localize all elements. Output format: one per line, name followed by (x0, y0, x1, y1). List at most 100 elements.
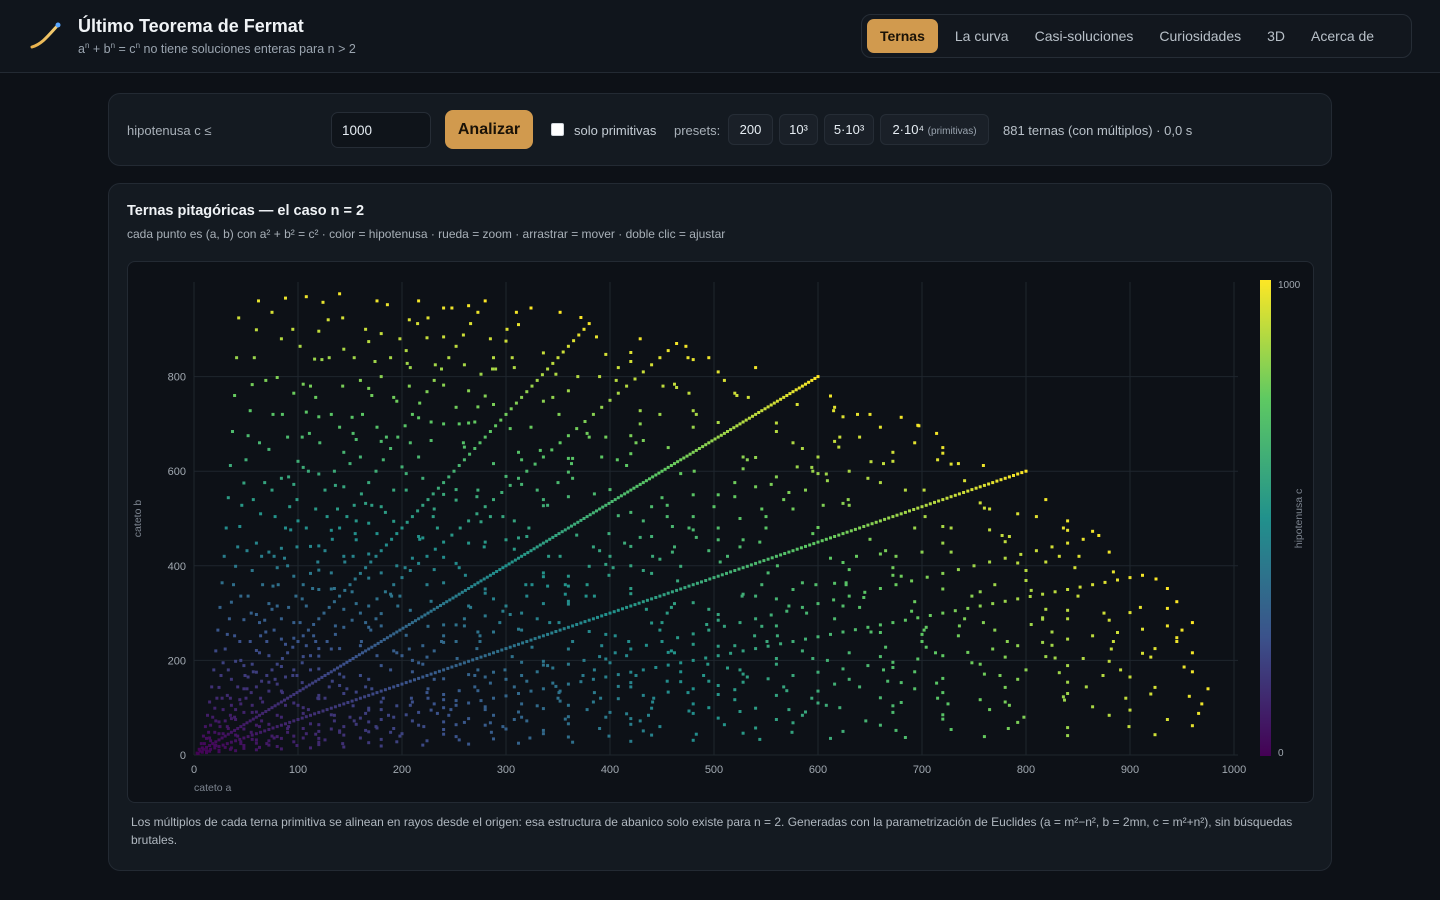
triple-point (264, 710, 268, 713)
triple-point (575, 427, 579, 431)
triple-point (454, 623, 458, 627)
triple-point (666, 465, 670, 469)
primitive-checkbox[interactable] (551, 123, 564, 136)
triple-point (791, 640, 795, 643)
triple-point (740, 594, 744, 598)
triple-point (563, 528, 567, 532)
triple-point (1128, 675, 1132, 679)
triple-point (301, 727, 305, 730)
triple-point (389, 634, 393, 638)
triple-point (764, 515, 768, 519)
triple-point (478, 640, 482, 643)
triple-point (223, 647, 227, 651)
x-tick-label: 800 (1017, 764, 1035, 776)
preset-200-button[interactable]: 200 (728, 114, 773, 145)
triple-point (841, 415, 845, 419)
triple-point (1101, 674, 1105, 677)
tab-ternas[interactable]: Ternas (867, 19, 938, 53)
triple-point (379, 505, 383, 509)
triple-point (691, 632, 695, 636)
triple-point (733, 569, 737, 572)
triple-point (694, 448, 698, 452)
triple-point (383, 510, 387, 514)
triple-point (432, 649, 436, 653)
preset-2e4-button[interactable]: 2·10⁴ (primitivas) (880, 114, 989, 145)
triple-point (416, 322, 420, 326)
triple-point (429, 708, 433, 712)
triple-point (665, 515, 669, 519)
triple-point (250, 383, 254, 387)
triple-point (342, 450, 346, 454)
triple-point (726, 430, 729, 433)
triple-point (432, 677, 436, 681)
triple-point (508, 613, 512, 616)
triple-point (1107, 550, 1111, 554)
triple-point (716, 370, 720, 374)
triple-point (364, 685, 368, 689)
triple-point (524, 583, 528, 587)
triple-point (296, 703, 300, 707)
triple-point (317, 697, 321, 701)
scatter-plot[interactable]: 0 100 200 300 400 500 600 700 800 900 1000 0 200 400 6… (127, 261, 1314, 803)
scatter-svg[interactable]: 0 100 200 300 400 500 600 700 800 900 100002004006… (128, 262, 1314, 803)
preset-1e3-button[interactable]: 10³ (779, 114, 818, 145)
triple-point (738, 710, 742, 713)
tab-3d[interactable]: 3D (1254, 19, 1298, 53)
triple-point (367, 552, 371, 556)
triple-point (236, 685, 240, 689)
triple-point (1022, 715, 1026, 719)
triple-point (811, 469, 815, 473)
colorbar-min-label: 0 (1278, 748, 1284, 759)
triple-point (614, 378, 618, 382)
triple-point (847, 469, 851, 473)
triple-point (891, 573, 895, 577)
triple-point (476, 630, 480, 634)
tab-casi-soluciones[interactable]: Casi-soluciones (1022, 19, 1147, 53)
triple-point (367, 693, 371, 697)
tab-curiosidades[interactable]: Curiosidades (1146, 19, 1254, 53)
triple-point (1024, 668, 1028, 672)
triple-point (687, 526, 691, 530)
triple-point (304, 295, 308, 299)
triple-point (304, 604, 308, 608)
triple-point (691, 409, 695, 413)
triple-point (338, 647, 342, 651)
triple-point (651, 554, 655, 558)
hypotenuse-input[interactable] (331, 112, 431, 148)
triple-point (611, 566, 615, 570)
triple-point (403, 566, 407, 570)
triple-point (691, 687, 695, 691)
triple-point (545, 539, 549, 543)
tab-la-curva[interactable]: La curva (942, 19, 1022, 53)
triple-point (1066, 734, 1070, 738)
triple-point (492, 630, 495, 634)
triple-point (348, 715, 352, 719)
triple-point (292, 668, 296, 672)
preset-5e3-button[interactable]: 5·10³ (824, 114, 874, 145)
triple-point (791, 674, 795, 677)
triple-point (770, 556, 774, 560)
triple-point (208, 700, 212, 704)
triple-point (741, 649, 745, 653)
triple-point (641, 569, 645, 572)
triple-point (582, 658, 586, 662)
triple-point (300, 435, 304, 439)
triple-point (619, 494, 623, 498)
triple-point (707, 628, 711, 632)
triple-point (573, 522, 577, 526)
analyze-button[interactable]: Analizar (445, 110, 533, 149)
triple-point (375, 691, 379, 695)
triple-point (638, 482, 642, 486)
triple-point (369, 628, 373, 632)
tab-acerca-de[interactable]: Acerca de (1298, 19, 1387, 53)
triple-point (417, 535, 421, 538)
triple-point (638, 409, 642, 413)
triple-point (279, 337, 283, 341)
triple-point (433, 363, 437, 367)
triple-point (275, 735, 279, 739)
triple-point (613, 634, 617, 638)
triple-point (488, 337, 492, 341)
triple-point (884, 549, 888, 553)
triple-point (314, 640, 318, 643)
triple-point (213, 743, 217, 747)
